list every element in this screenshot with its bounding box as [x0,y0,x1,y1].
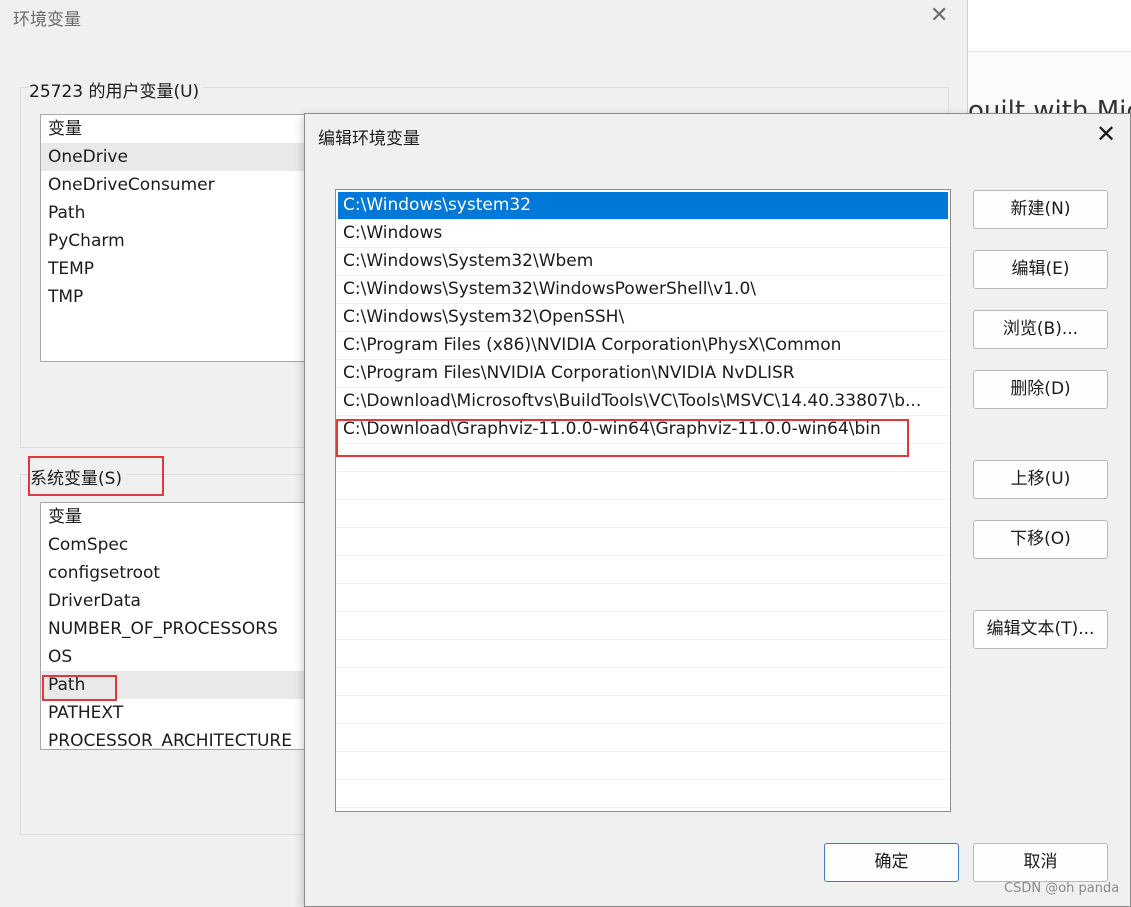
list-item[interactable]: TMP [41,283,309,311]
empty-row[interactable] [336,640,950,668]
highlight-box [28,456,164,496]
path-list-item[interactable]: C:\Windows\System32\WindowsPowerShell\v1… [336,276,950,304]
empty-row[interactable] [336,528,950,556]
new-button[interactable]: 新建(N) [973,190,1108,229]
path-list-item[interactable]: C:\Windows\system32 [338,192,948,220]
empty-row[interactable] [336,780,950,808]
list-item[interactable]: DriverData [41,587,309,615]
list-item[interactable]: OneDriveConsumer [41,171,309,199]
list-item[interactable]: Path [41,199,309,227]
empty-row[interactable] [336,668,950,696]
path-list-item[interactable]: C:\Windows\System32\Wbem [336,248,950,276]
path-list-item[interactable]: C:\Program Files (x86)\NVIDIA Corporatio… [336,332,950,360]
edit-environment-variable-dialog: 编辑环境变量 ✕ C:\Windows\system32 C:\Windows … [304,113,1131,907]
empty-row[interactable] [336,500,950,528]
path-list-item[interactable]: C:\Download\Microsoftvs\BuildTools\VC\To… [336,388,950,416]
list-item[interactable]: ComSpec [41,531,309,559]
path-list-item[interactable]: C:\Windows\System32\OpenSSH\ [336,304,950,332]
close-icon[interactable]: ✕ [930,4,948,28]
list-item[interactable]: OS [41,643,309,671]
highlight-box [336,419,909,457]
path-list[interactable]: C:\Windows\system32 C:\Windows C:\Window… [335,189,951,812]
move-up-button[interactable]: 上移(U) [973,460,1108,499]
user-vars-label: 25723 的用户变量(U) [29,77,204,102]
list-header[interactable]: 变量 [41,503,309,531]
browse-button[interactable]: 浏览(B)... [973,310,1108,349]
list-header[interactable]: 变量 [41,115,309,143]
cancel-button[interactable]: 取消 [973,843,1108,882]
list-item[interactable]: configsetroot [41,559,309,587]
path-list-item[interactable]: C:\Windows [336,220,950,248]
list-item[interactable]: PATHEXT [41,699,309,727]
empty-row[interactable] [336,556,950,584]
move-down-button[interactable]: 下移(O) [973,520,1108,559]
edit-button[interactable]: 编辑(E) [973,250,1108,289]
env-dialog-title: 环境变量 [13,10,81,30]
empty-row[interactable] [336,752,950,780]
system-vars-list[interactable]: 变量 ComSpec configsetroot DriverData NUMB… [40,502,310,750]
highlight-box [42,675,117,701]
edit-text-button[interactable]: 编辑文本(T)... [973,610,1108,649]
user-vars-list[interactable]: 变量 OneDrive OneDriveConsumer Path PyChar… [40,114,310,362]
list-item[interactable]: PROCESSOR_ARCHITECTURE [41,727,309,749]
ok-button[interactable]: 确定 [824,843,959,882]
close-icon[interactable]: ✕ [1096,121,1116,147]
delete-button[interactable]: 删除(D) [973,370,1108,409]
empty-row[interactable] [336,472,950,500]
list-item[interactable]: NUMBER_OF_PROCESSORS [41,615,309,643]
watermark: CSDN @oh panda [1004,881,1120,896]
path-list-item[interactable]: C:\Program Files\NVIDIA Corporation\NVID… [336,360,950,388]
empty-row[interactable] [336,612,950,640]
list-item[interactable]: TEMP [41,255,309,283]
edit-dialog-title: 编辑环境变量 [318,129,420,149]
empty-row[interactable] [336,724,950,752]
list-item[interactable]: PyCharm [41,227,309,255]
empty-row[interactable] [336,584,950,612]
background-window-header [968,0,1131,52]
list-item[interactable]: OneDrive [41,143,309,171]
empty-row[interactable] [336,696,950,724]
